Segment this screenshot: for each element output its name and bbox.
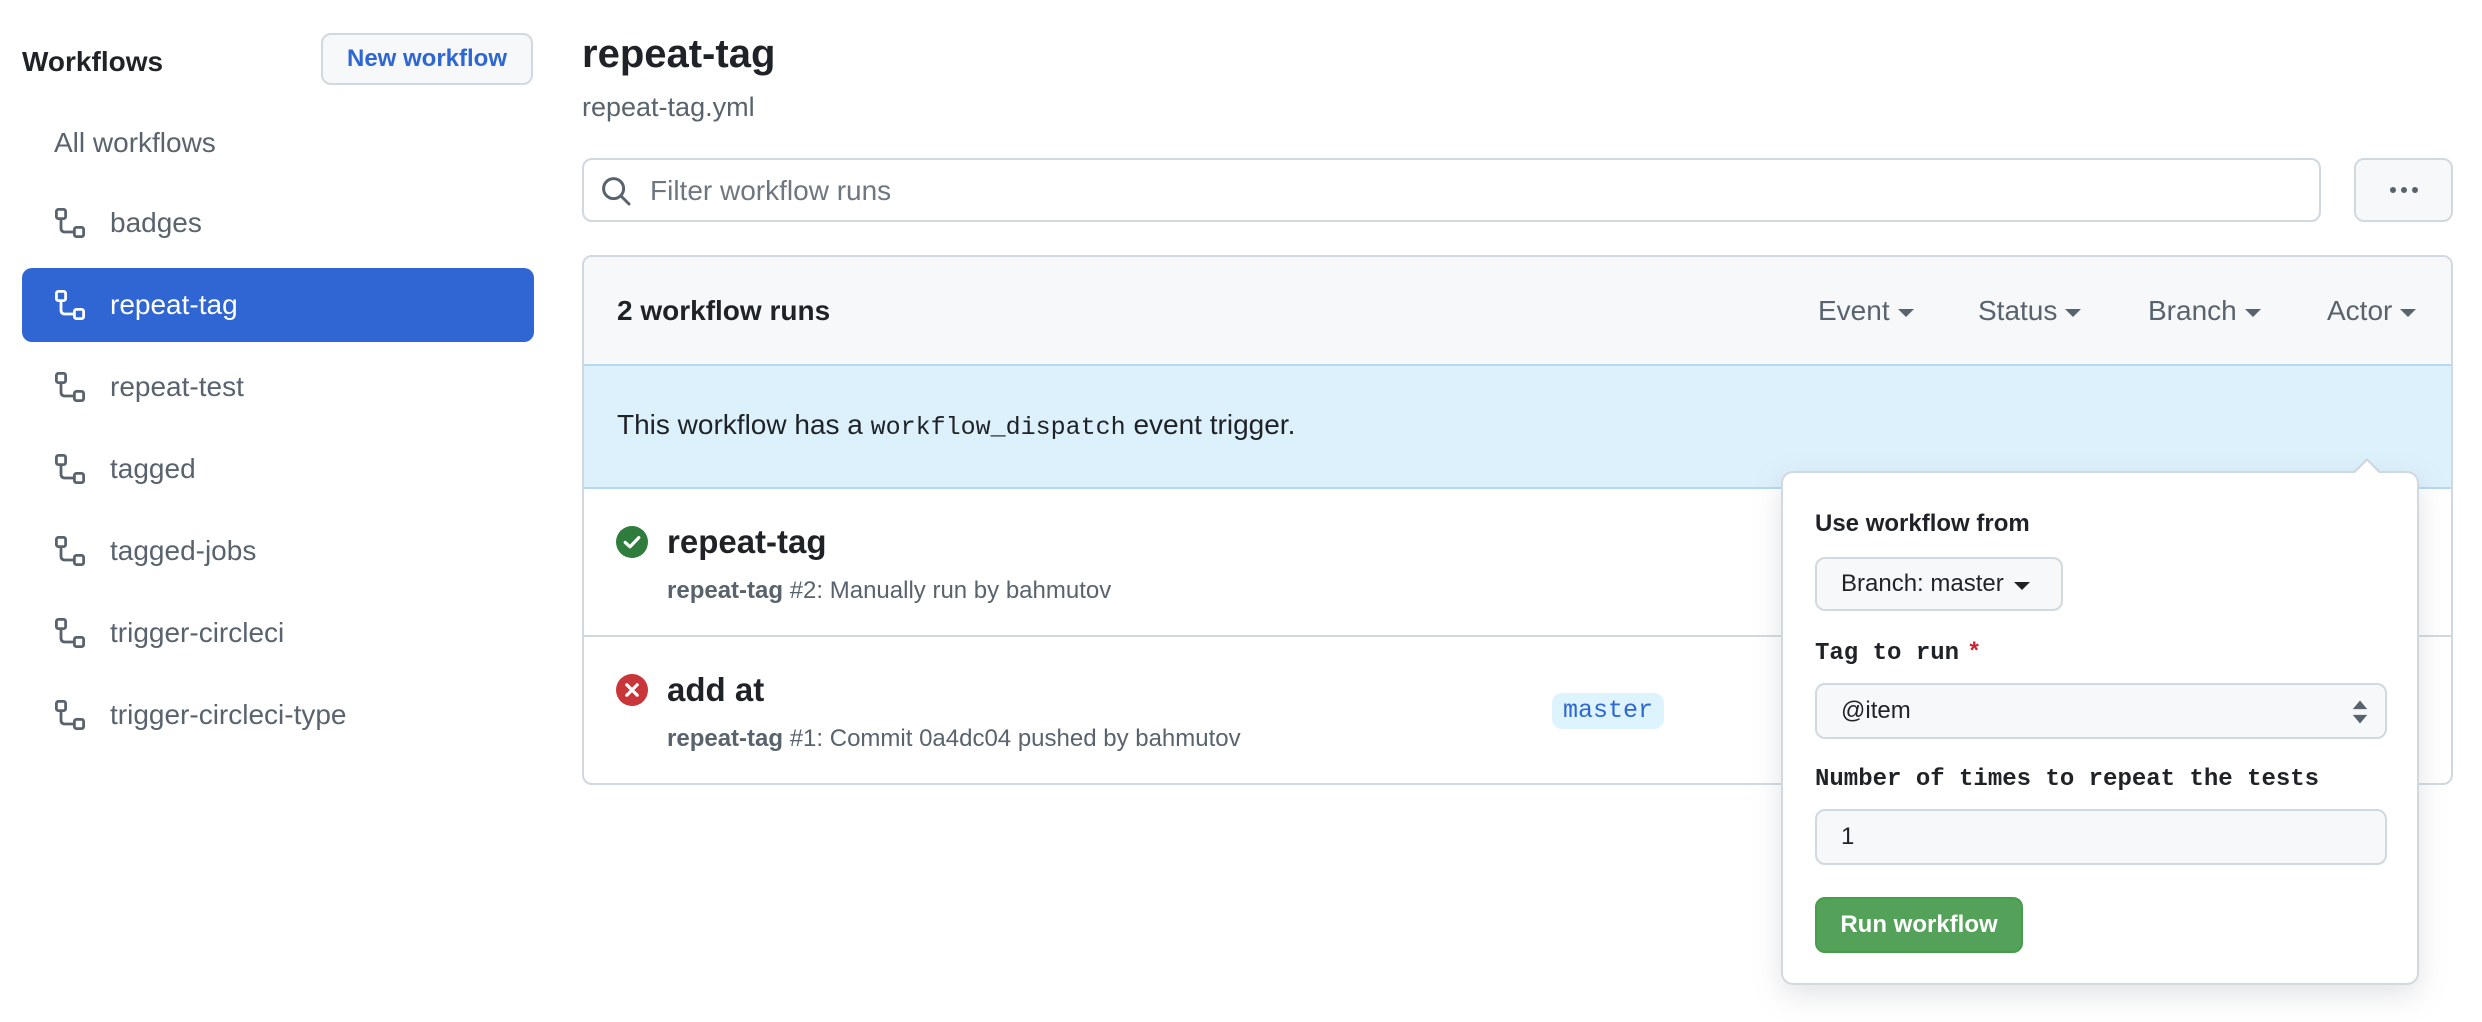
sidebar-item-trigger-circleci[interactable]: trigger-circleci [22, 596, 534, 670]
status-filter[interactable]: Status [1978, 294, 2082, 328]
run-detail: #2: Manually run by bahmutov [783, 577, 1112, 604]
new-workflow-button[interactable]: New workflow [321, 33, 533, 85]
branch-filter-label: Branch [2148, 295, 2237, 326]
banner-text: This workflow has a workflow_dispatch ev… [617, 408, 1295, 445]
workflow-icon [55, 290, 85, 320]
sidebar-item-label: trigger-circleci [110, 617, 285, 648]
run-workflow-popover: Use workflow from Branch: master Tag to … [1781, 471, 2419, 985]
run-subtitle: repeat-tag #1: Commit 0a4dc04 pushed by … [667, 724, 1241, 754]
tag-to-run-value: @item [1841, 697, 1911, 724]
branch-badge[interactable]: master [1552, 693, 1665, 729]
sidebar-item-tagged-jobs[interactable]: tagged-jobs [22, 514, 534, 588]
sidebar-item-label: badges [110, 207, 202, 238]
event-filter-label: Event [1818, 295, 1890, 326]
banner-suffix: event trigger. [1125, 409, 1296, 440]
kebab-horizontal-icon [2389, 187, 2418, 193]
workflow-icon [55, 208, 85, 238]
run-subtitle: repeat-tag #2: Manually run by bahmutov [667, 576, 1111, 606]
caret-down-icon [2065, 309, 2082, 317]
more-options-button[interactable] [2354, 158, 2453, 222]
repeat-count-label: Number of times to repeat the tests [1815, 766, 2320, 793]
sidebar-item-label: repeat-tag [110, 289, 238, 320]
success-check-icon [616, 526, 648, 558]
tag-to-run-text: Tag to run [1815, 640, 1960, 667]
run-workflow-submit-button[interactable]: Run workflow [1815, 897, 2023, 953]
event-filter[interactable]: Event [1818, 294, 1914, 328]
caret-down-icon [1897, 309, 1914, 317]
run-title[interactable]: add at [667, 670, 764, 710]
status-filter-label: Status [1978, 295, 2058, 326]
repeat-count-input[interactable] [1815, 809, 2387, 865]
sidebar-item-label: tagged [110, 453, 196, 484]
branch-select-button[interactable]: Branch: master [1815, 557, 2063, 611]
run-workflow-name: repeat-tag [667, 725, 784, 752]
failure-x-icon [616, 674, 648, 706]
runs-count: 2 workflow runs [617, 295, 831, 326]
run-workflow-name: repeat-tag [667, 577, 784, 604]
actor-filter[interactable]: Actor [2327, 294, 2417, 328]
sidebar-item-all-workflows[interactable]: All workflows [54, 125, 216, 161]
runs-header: 2 workflow runs Event Status Branch Acto… [584, 257, 2451, 366]
sidebar-title: Workflows [22, 46, 164, 77]
caret-down-icon [2244, 309, 2261, 317]
workflow-icon [55, 372, 85, 402]
banner-code: workflow_dispatch [870, 413, 1126, 442]
sidebar-item-tagged[interactable]: tagged [22, 432, 534, 506]
workflow-icon [55, 700, 85, 730]
tag-to-run-label: Tag to run * [1815, 639, 1981, 669]
sidebar-item-badges[interactable]: badges [22, 186, 534, 260]
workflow-icon [55, 536, 85, 566]
sidebar-item-label: tagged-jobs [110, 535, 257, 566]
filter-runs-field[interactable] [582, 158, 2321, 222]
sidebar-item-repeat-tag[interactable]: repeat-tag [22, 268, 534, 342]
workflow-filename[interactable]: repeat-tag.yml [582, 90, 755, 124]
use-workflow-from-label: Use workflow from [1815, 510, 2030, 537]
workflow-icon [55, 618, 85, 648]
sidebar-item-label: repeat-test [110, 371, 244, 402]
required-marker: * [1967, 640, 1982, 667]
banner-prefix: This workflow has a [617, 409, 871, 440]
page-title: repeat-tag [582, 32, 776, 76]
branch-filter[interactable]: Branch [2148, 294, 2261, 328]
sidebar-item-label: trigger-circleci-type [110, 699, 347, 730]
sidebar-item-repeat-test[interactable]: repeat-test [22, 350, 534, 424]
workflow-icon [55, 454, 85, 484]
sidebar-item-trigger-circleci-type[interactable]: trigger-circleci-type [22, 678, 534, 752]
run-title[interactable]: repeat-tag [667, 522, 827, 562]
filter-runs-input[interactable] [648, 160, 2292, 222]
tag-to-run-select[interactable]: @item [1815, 683, 2387, 739]
run-detail: #1: Commit 0a4dc04 pushed by bahmutov [783, 725, 1241, 752]
caret-down-icon [2400, 309, 2417, 317]
search-icon [602, 177, 631, 206]
select-updown-icon [2352, 700, 2368, 724]
caret-down-icon [2013, 582, 2030, 590]
popover-arrow-fill [2355, 461, 2379, 473]
branch-select-label: Branch: master [1841, 570, 2004, 597]
actor-filter-label: Actor [2327, 295, 2393, 326]
